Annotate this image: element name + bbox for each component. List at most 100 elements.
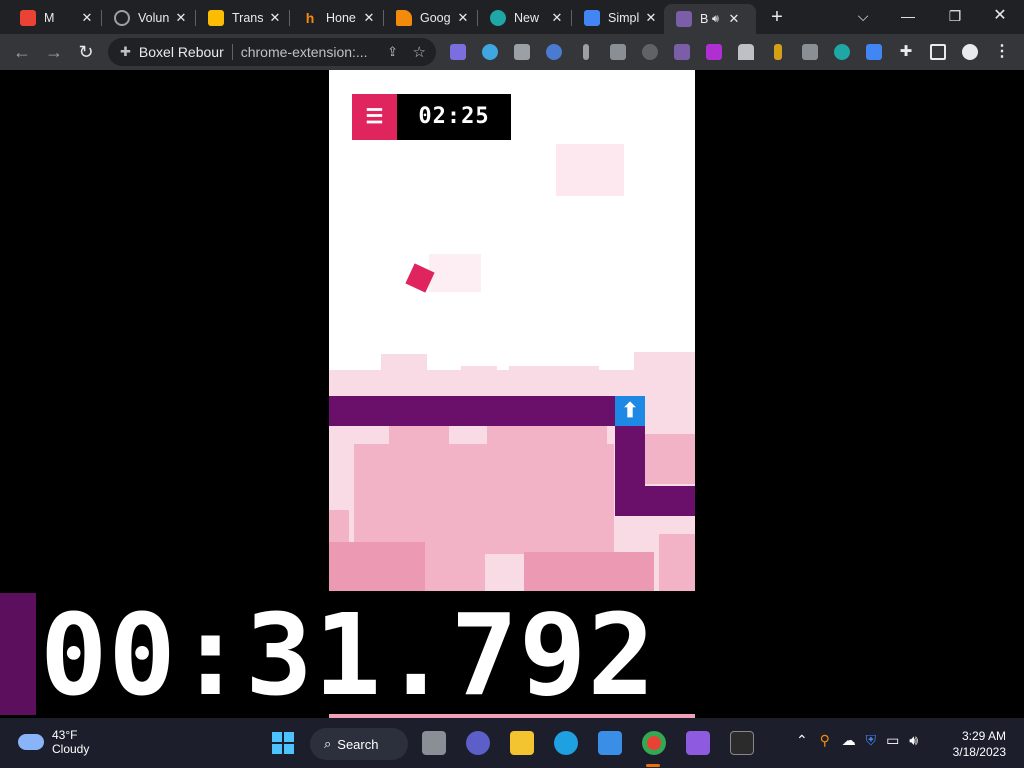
tab-favicon: h [305,10,315,26]
search-label: Search [337,736,379,752]
chrome-icon[interactable] [642,731,666,755]
close-icon[interactable]: ✕ [360,10,378,26]
foreground-block [329,542,425,591]
forward-button[interactable]: → [42,40,66,64]
minimize-button[interactable]: — [896,4,920,28]
chevron-up-icon[interactable]: ⌃ [796,732,808,748]
tab-search-icon[interactable]: ⌵ [851,4,875,28]
platform [329,396,615,426]
divider [231,44,233,60]
background-block [634,352,695,392]
speaker-extension-icon[interactable] [482,44,498,60]
file-explorer-icon[interactable] [510,731,534,755]
tab-title: Hone [326,11,356,25]
tab-8-active[interactable]: B 🔊︎ ✕ [664,4,756,34]
volume-icon[interactable]: 🔊︎ [909,732,918,748]
extension-icon-13[interactable] [834,44,850,60]
tab-favicon [676,11,692,27]
display-icon[interactable]: ▭ [886,732,899,748]
tab-3[interactable]: Trans ✕ [196,4,290,32]
visual-studio-icon[interactable] [686,731,710,755]
extension-icon-4[interactable] [546,44,562,60]
side-panel-icon[interactable] [930,44,946,60]
tab-title: Goog [420,11,451,25]
extension-icon-14[interactable] [866,44,882,60]
background-block [556,144,624,196]
extension-icon-11[interactable] [774,44,782,60]
extension-icon-9[interactable] [706,44,722,60]
weather-widget[interactable]: 43°F Cloudy [18,728,89,756]
start-button[interactable] [272,732,294,754]
platform [615,486,695,516]
close-icon[interactable]: ✕ [642,10,660,26]
tab-4[interactable]: h Hone ✕ [290,4,384,32]
tab-7[interactable]: Simpl ✕ [572,4,666,32]
foreground-block [425,554,485,591]
background-block [429,254,481,292]
invader-icon[interactable] [738,44,754,60]
extension-icon-1[interactable] [450,44,466,60]
tab-6[interactable]: New ✕ [478,4,572,32]
close-icon[interactable]: ✕ [548,10,566,26]
close-icon[interactable]: ✕ [454,10,472,26]
terminal-icon[interactable] [730,731,754,755]
tab-title: Trans [232,11,264,25]
security-icon[interactable]: ⛨ [866,732,877,748]
tab-title: M [44,11,55,25]
page-viewport: ⬆ ☰ 02:25 00:31.792 [0,70,1024,718]
url-text: chrome-extension:... [240,44,368,60]
cloud-icon [18,734,44,750]
extension-icon-6[interactable] [610,44,626,60]
clock[interactable]: 3:29 AM 3/18/2023 [953,728,1006,760]
speedrun-timer-overlay: 00:31.792 [0,591,1024,718]
background-block [509,366,599,390]
close-icon[interactable]: ✕ [266,10,284,26]
game-timer: 02:25 [397,94,511,140]
tab-title: Volun [138,11,170,25]
cloud-offline-icon[interactable]: ☁ [842,732,856,748]
extension-icon-3[interactable] [514,44,530,60]
restore-button[interactable]: ❐ [943,4,967,28]
speedrun-timer: 00:31.792 [40,591,656,721]
tab-favicon [584,10,600,26]
task-view-icon[interactable] [422,731,446,755]
speaker-icon[interactable]: 🔊︎ [712,13,719,26]
more-menu-icon[interactable]: ⋮ [994,44,1010,60]
tab-favicon [114,10,130,26]
profile-icon[interactable] [962,44,978,60]
search-app-icon[interactable]: ⚲ [820,732,830,748]
tab-title: B [700,12,709,26]
bookmark-star-icon[interactable]: ☆ [413,43,426,61]
game-menu-button[interactable]: ☰ [352,94,397,140]
tab-favicon [20,10,36,26]
close-icon[interactable]: ✕ [725,11,743,27]
share-icon[interactable]: ⇪ [387,44,398,60]
boxel-extension-icon[interactable] [674,44,690,60]
extension-icon-7[interactable] [642,44,658,60]
game-canvas[interactable]: ⬆ ☰ 02:25 [329,70,695,591]
edge-icon[interactable] [554,731,578,755]
close-icon[interactable]: ✕ [172,10,190,26]
background-block [461,366,497,388]
teams-icon[interactable] [466,731,490,755]
background-block [389,426,449,456]
extension-icon: ✚ [120,44,131,59]
time: 3:29 AM [961,729,1006,743]
tab-2[interactable]: Volun ✕ [102,4,196,32]
search-icon: ⌕ [324,736,332,751]
browser-toolbar: ← → ↻ ✚ Boxel Rebour chrome-extension:..… [0,34,1024,70]
extension-icon-12[interactable] [802,44,818,60]
back-button[interactable]: ← [10,40,34,64]
address-bar[interactable]: ✚ Boxel Rebour chrome-extension:... ⇪ ☆ [108,38,436,66]
store-icon[interactable] [598,731,622,755]
tab-1[interactable]: M ✕ [8,4,102,32]
close-icon[interactable]: ✕ [78,10,96,26]
puzzle-icon[interactable]: ✚ [898,44,914,60]
close-window-button[interactable]: ✕ [988,4,1012,28]
new-tab-button[interactable]: + [766,6,788,28]
jump-pad-arrow-up-icon: ⬆ [615,396,645,426]
tab-5[interactable]: Goog ✕ [384,4,478,32]
taskbar-search[interactable]: ⌕ Search [310,728,408,760]
extension-icon-5[interactable] [583,44,589,60]
reload-button[interactable]: ↻ [74,40,98,64]
